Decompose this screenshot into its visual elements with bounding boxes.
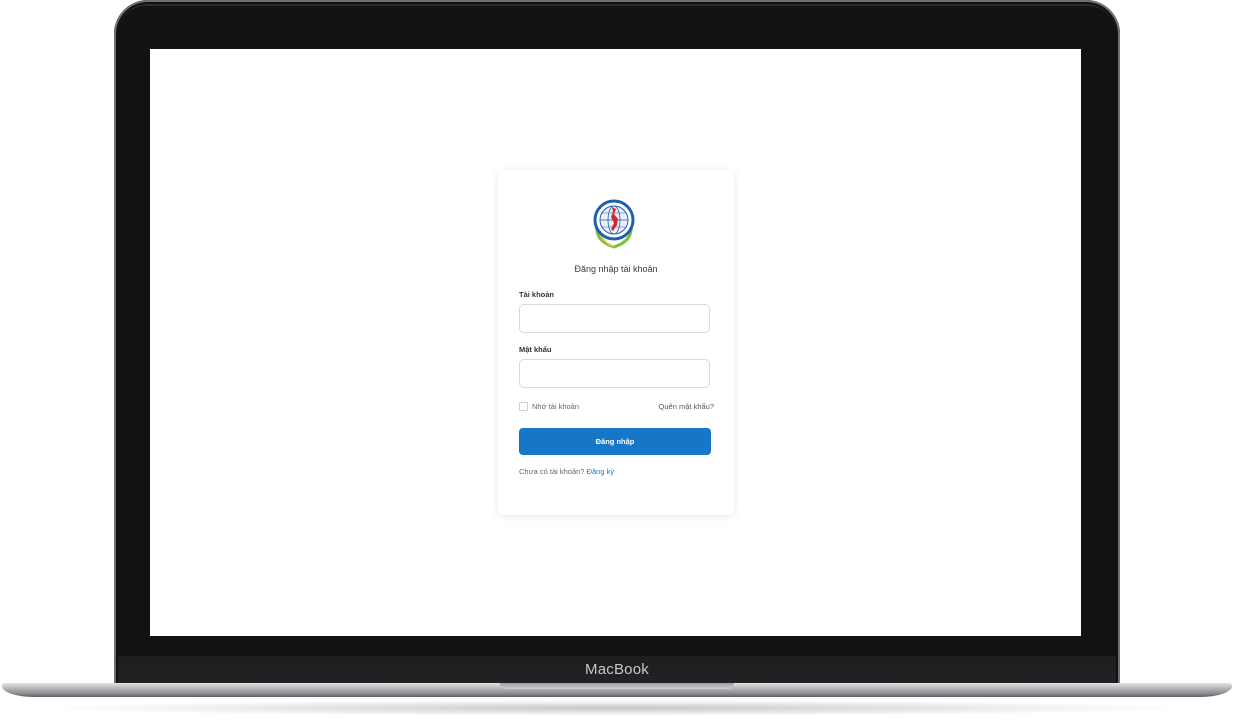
- login-title: Đăng nhập tài khoản: [574, 264, 658, 274]
- password-input[interactable]: [519, 359, 710, 388]
- device-brand: MacBook: [585, 661, 649, 678]
- password-label: Mật khẩu: [519, 345, 552, 354]
- no-account-text: Chưa có tài khoản?: [519, 467, 585, 476]
- username-label: Tài khoản: [519, 290, 555, 299]
- remember-row[interactable]: Nhớ tài khoản: [519, 402, 579, 411]
- remember-label: Nhớ tài khoản: [532, 402, 580, 411]
- laptop-base-notch: [500, 683, 734, 689]
- laptop-mockup: MacBook Đăng nhập tài khoản Tài khoản Mậ…: [0, 0, 1234, 720]
- signup-link[interactable]: Đăng ký: [587, 467, 615, 476]
- signup-row: Chưa có tài khoản? Đăng ký: [519, 467, 614, 476]
- login-button[interactable]: Đăng nhập: [519, 428, 711, 455]
- remember-checkbox[interactable]: [519, 402, 528, 411]
- globe-emblem-icon: [593, 199, 635, 249]
- screen: Đăng nhập tài khoản Tài khoản Mật khẩu N…: [150, 49, 1081, 636]
- login-card: Đăng nhập tài khoản Tài khoản Mật khẩu N…: [498, 170, 734, 515]
- floor-shadow: [40, 700, 1194, 716]
- forgot-password-link[interactable]: Quên mật khẩu?: [659, 402, 714, 411]
- username-input[interactable]: [519, 304, 710, 333]
